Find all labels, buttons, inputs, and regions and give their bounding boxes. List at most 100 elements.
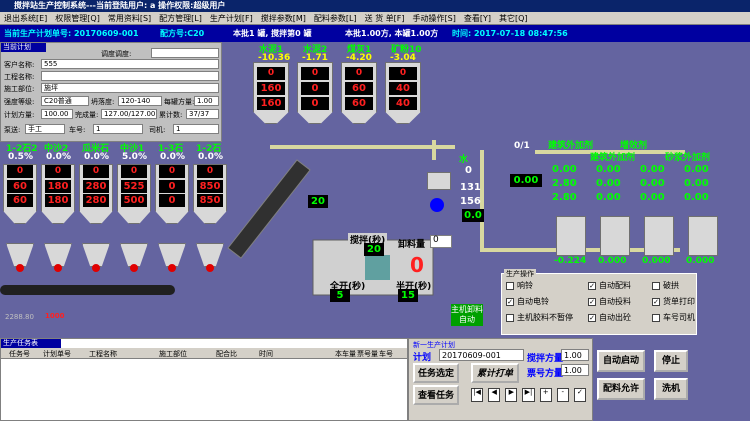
water-v2: 131	[460, 182, 481, 193]
silo-delta: -1.71	[302, 53, 328, 63]
admix-value: 2.80	[552, 178, 577, 189]
task-col-header[interactable]: 施工部位	[159, 349, 187, 359]
task-col-header[interactable]: 任务号	[9, 349, 30, 359]
admix-tank	[600, 216, 630, 256]
ops-checkbox[interactable]: ✓	[588, 297, 596, 306]
agg-v2: 280	[83, 180, 109, 193]
ops-checkbox[interactable]	[506, 281, 514, 290]
open-value: 5	[330, 289, 350, 302]
agg-v2: 850	[197, 180, 223, 193]
agg-v2: 525	[121, 180, 147, 193]
nav-next-icon[interactable]: ▶	[505, 388, 518, 402]
agg-v3: 280	[83, 194, 109, 207]
ops-checkbox[interactable]	[652, 281, 660, 290]
admix-value: 0.00	[640, 192, 665, 203]
ops-checkbox[interactable]	[506, 313, 514, 322]
nav-delete-icon[interactable]: -	[556, 388, 569, 402]
ops-checkbox[interactable]: ✓	[652, 297, 660, 306]
agg-v3: 850	[197, 194, 223, 207]
plan2-stir-field[interactable]: 1.00	[561, 349, 589, 361]
silo-v2: 160	[257, 82, 285, 95]
agg-v1: 0	[83, 165, 109, 178]
disc-field[interactable]: 0	[430, 235, 452, 248]
task-col-header[interactable]: 车号	[379, 349, 393, 359]
admix-value: 0.00	[640, 164, 665, 175]
view-task-button[interactable]: 查看任务	[413, 385, 459, 405]
ops-header: 生产操作	[504, 269, 536, 279]
silo-v2: 40	[389, 82, 417, 95]
task-header: 生产任务表	[1, 339, 61, 348]
admix-h4: 砂浆外加剂	[665, 153, 711, 163]
admix-tank	[688, 216, 718, 256]
silo-v3: 40	[389, 97, 417, 110]
admix-h1: 建筑外加剂	[548, 141, 594, 151]
silo-v2: 0	[301, 82, 329, 95]
nav-first-icon[interactable]: |◀	[471, 388, 484, 402]
admix-bottom: 0.000	[642, 256, 671, 266]
admix-value: 0.00	[640, 178, 665, 189]
plan2-panel: 新一生产计划 计划 20170609-001 搅拌方量 1.00 票号方量 1.…	[408, 338, 593, 421]
task-col-header[interactable]: 配合比	[216, 349, 237, 359]
ops-checkbox[interactable]: ✓	[588, 313, 596, 322]
water-v1: 0	[465, 165, 472, 176]
water-tank	[427, 172, 451, 190]
ops-item[interactable]: ✓ 自动投料	[588, 296, 631, 307]
ops-item[interactable]: 车号司机	[652, 312, 695, 323]
agg-pct: 0.5%	[8, 152, 33, 162]
batch-allow-button[interactable]: 配料允许	[597, 378, 645, 400]
aggregate-belt	[0, 285, 175, 295]
task-col-header[interactable]: 计划单号	[43, 349, 71, 359]
admix-h3: 建筑外加剂	[590, 153, 636, 163]
plan2-plan-field[interactable]: 20170609-001	[439, 349, 524, 361]
nav-post-icon[interactable]: ✓	[573, 388, 586, 402]
nav-last-icon[interactable]: ▶|	[522, 388, 535, 402]
wash-button[interactable]: 洗机	[654, 378, 688, 400]
accum-print-button[interactable]: 累计打单	[471, 363, 519, 383]
admix-value: 2.80	[552, 192, 577, 203]
ops-checkbox[interactable]: ✓	[588, 281, 596, 290]
silo-delta: -10.36	[258, 53, 291, 63]
task-col-header[interactable]: 票号量	[357, 349, 378, 359]
agg-v2: 60	[7, 180, 33, 193]
admix-value: 0.00	[552, 164, 577, 175]
agg-pct: 0.0%	[46, 152, 71, 162]
admix-value: 0.00	[684, 164, 709, 175]
agg-gate-icon	[130, 264, 138, 272]
agg-gate-icon	[92, 264, 100, 272]
ops-item[interactable]: ✓ 货单打印	[652, 296, 695, 307]
water-v3: 156	[460, 196, 481, 207]
ops-item[interactable]: 响铃	[506, 280, 533, 291]
agg-v1: 0	[197, 165, 223, 178]
agg-v2: 0	[159, 180, 185, 193]
ops-item[interactable]: ✓ 自动出砼	[588, 312, 631, 323]
ops-checkbox[interactable]	[652, 313, 660, 322]
agg-gate-icon	[206, 264, 214, 272]
agg-v1: 0	[159, 165, 185, 178]
mixer-motor	[365, 255, 390, 280]
ops-item[interactable]: 破拱	[652, 280, 679, 291]
task-col-header[interactable]: 工程名称	[89, 349, 117, 359]
nav-add-icon[interactable]: +	[539, 388, 552, 402]
task-col-header[interactable]: 本车量	[335, 349, 356, 359]
agg-pct: 0.0%	[84, 152, 109, 162]
ops-checkbox[interactable]: ✓	[506, 297, 514, 306]
admix-scale: 0.00	[510, 174, 542, 187]
conveyor-value: 20	[308, 195, 328, 208]
task-col-header[interactable]: 时间	[259, 349, 273, 359]
stop-button[interactable]: 停止	[654, 350, 688, 372]
agg-gate-icon	[54, 264, 62, 272]
main-discharge-button[interactable]: 主机卸料自动	[451, 304, 483, 326]
agg-gate-icon	[168, 264, 176, 272]
auto-start-button[interactable]: 自动启动	[597, 350, 645, 372]
admix-bottom: -0.224	[554, 256, 587, 266]
admix-value: 0.00	[684, 178, 709, 189]
ops-item[interactable]: ✓ 自动配料	[588, 280, 631, 291]
agg-pct: 5.0%	[122, 152, 147, 162]
task-table: 生产任务表 任务号 计划单号 工程名称 施工部位 配合比 时间 本车量 票号量 车号	[0, 338, 408, 421]
ops-item[interactable]: ✓ 自动电铃	[506, 296, 549, 307]
ops-item[interactable]: 主机胶料不暂停	[506, 312, 573, 323]
agg-v3: 180	[45, 194, 71, 207]
plan2-ticket-field[interactable]: 1.00	[561, 364, 589, 376]
nav-prev-icon[interactable]: ◀	[488, 388, 501, 402]
task-select-button[interactable]: 任务选定	[413, 363, 459, 383]
